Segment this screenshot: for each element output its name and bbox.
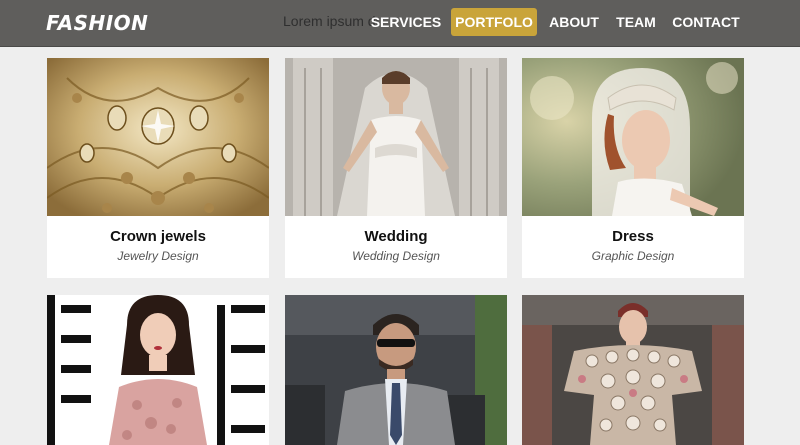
nav-team[interactable]: TEAM [612, 8, 660, 36]
card-subtitle: Jewelry Design [117, 249, 199, 263]
portfolio-card-6[interactable] [522, 295, 744, 445]
bride-in-veil-photo[interactable] [285, 58, 507, 216]
nav-about[interactable]: ABOUT [544, 8, 604, 36]
portfolio-card-wedding[interactable]: Wedding Wedding Design [285, 58, 507, 278]
portfolio-card-crown-jewels[interactable]: Crown jewels Jewelry Design [47, 58, 269, 278]
man-in-suit-sunglasses-photo[interactable] [285, 295, 507, 445]
portfolio-card-dress[interactable]: Dress Graphic Design [522, 58, 744, 278]
nav-services[interactable]: SERVICES [368, 8, 444, 36]
portfolio-card-4[interactable] [47, 295, 269, 445]
nav-contact[interactable]: CONTACT [668, 8, 744, 36]
nav-portfolio[interactable]: PORTFOLO [451, 8, 537, 36]
card-title: Wedding [364, 228, 428, 245]
card-title: Dress [612, 228, 654, 245]
brand-logo[interactable]: FASHION [46, 11, 148, 35]
embellished-runway-gown-photo[interactable] [522, 295, 744, 445]
header-tagline: Lorem ipsum dolor sit amet [283, 13, 379, 29]
woman-in-pink-gown-photo[interactable] [47, 295, 269, 445]
card-subtitle: Graphic Design [591, 249, 675, 263]
ornate-gold-jewelry-photo[interactable] [47, 58, 269, 216]
bride-in-lace-cap-photo[interactable] [522, 58, 744, 216]
card-title: Crown jewels [110, 228, 206, 245]
top-navbar: FASHION Lorem ipsum dolor sit amet SERVI… [0, 0, 800, 47]
card-subtitle: Wedding Design [352, 249, 440, 263]
portfolio-card-5[interactable] [285, 295, 507, 445]
